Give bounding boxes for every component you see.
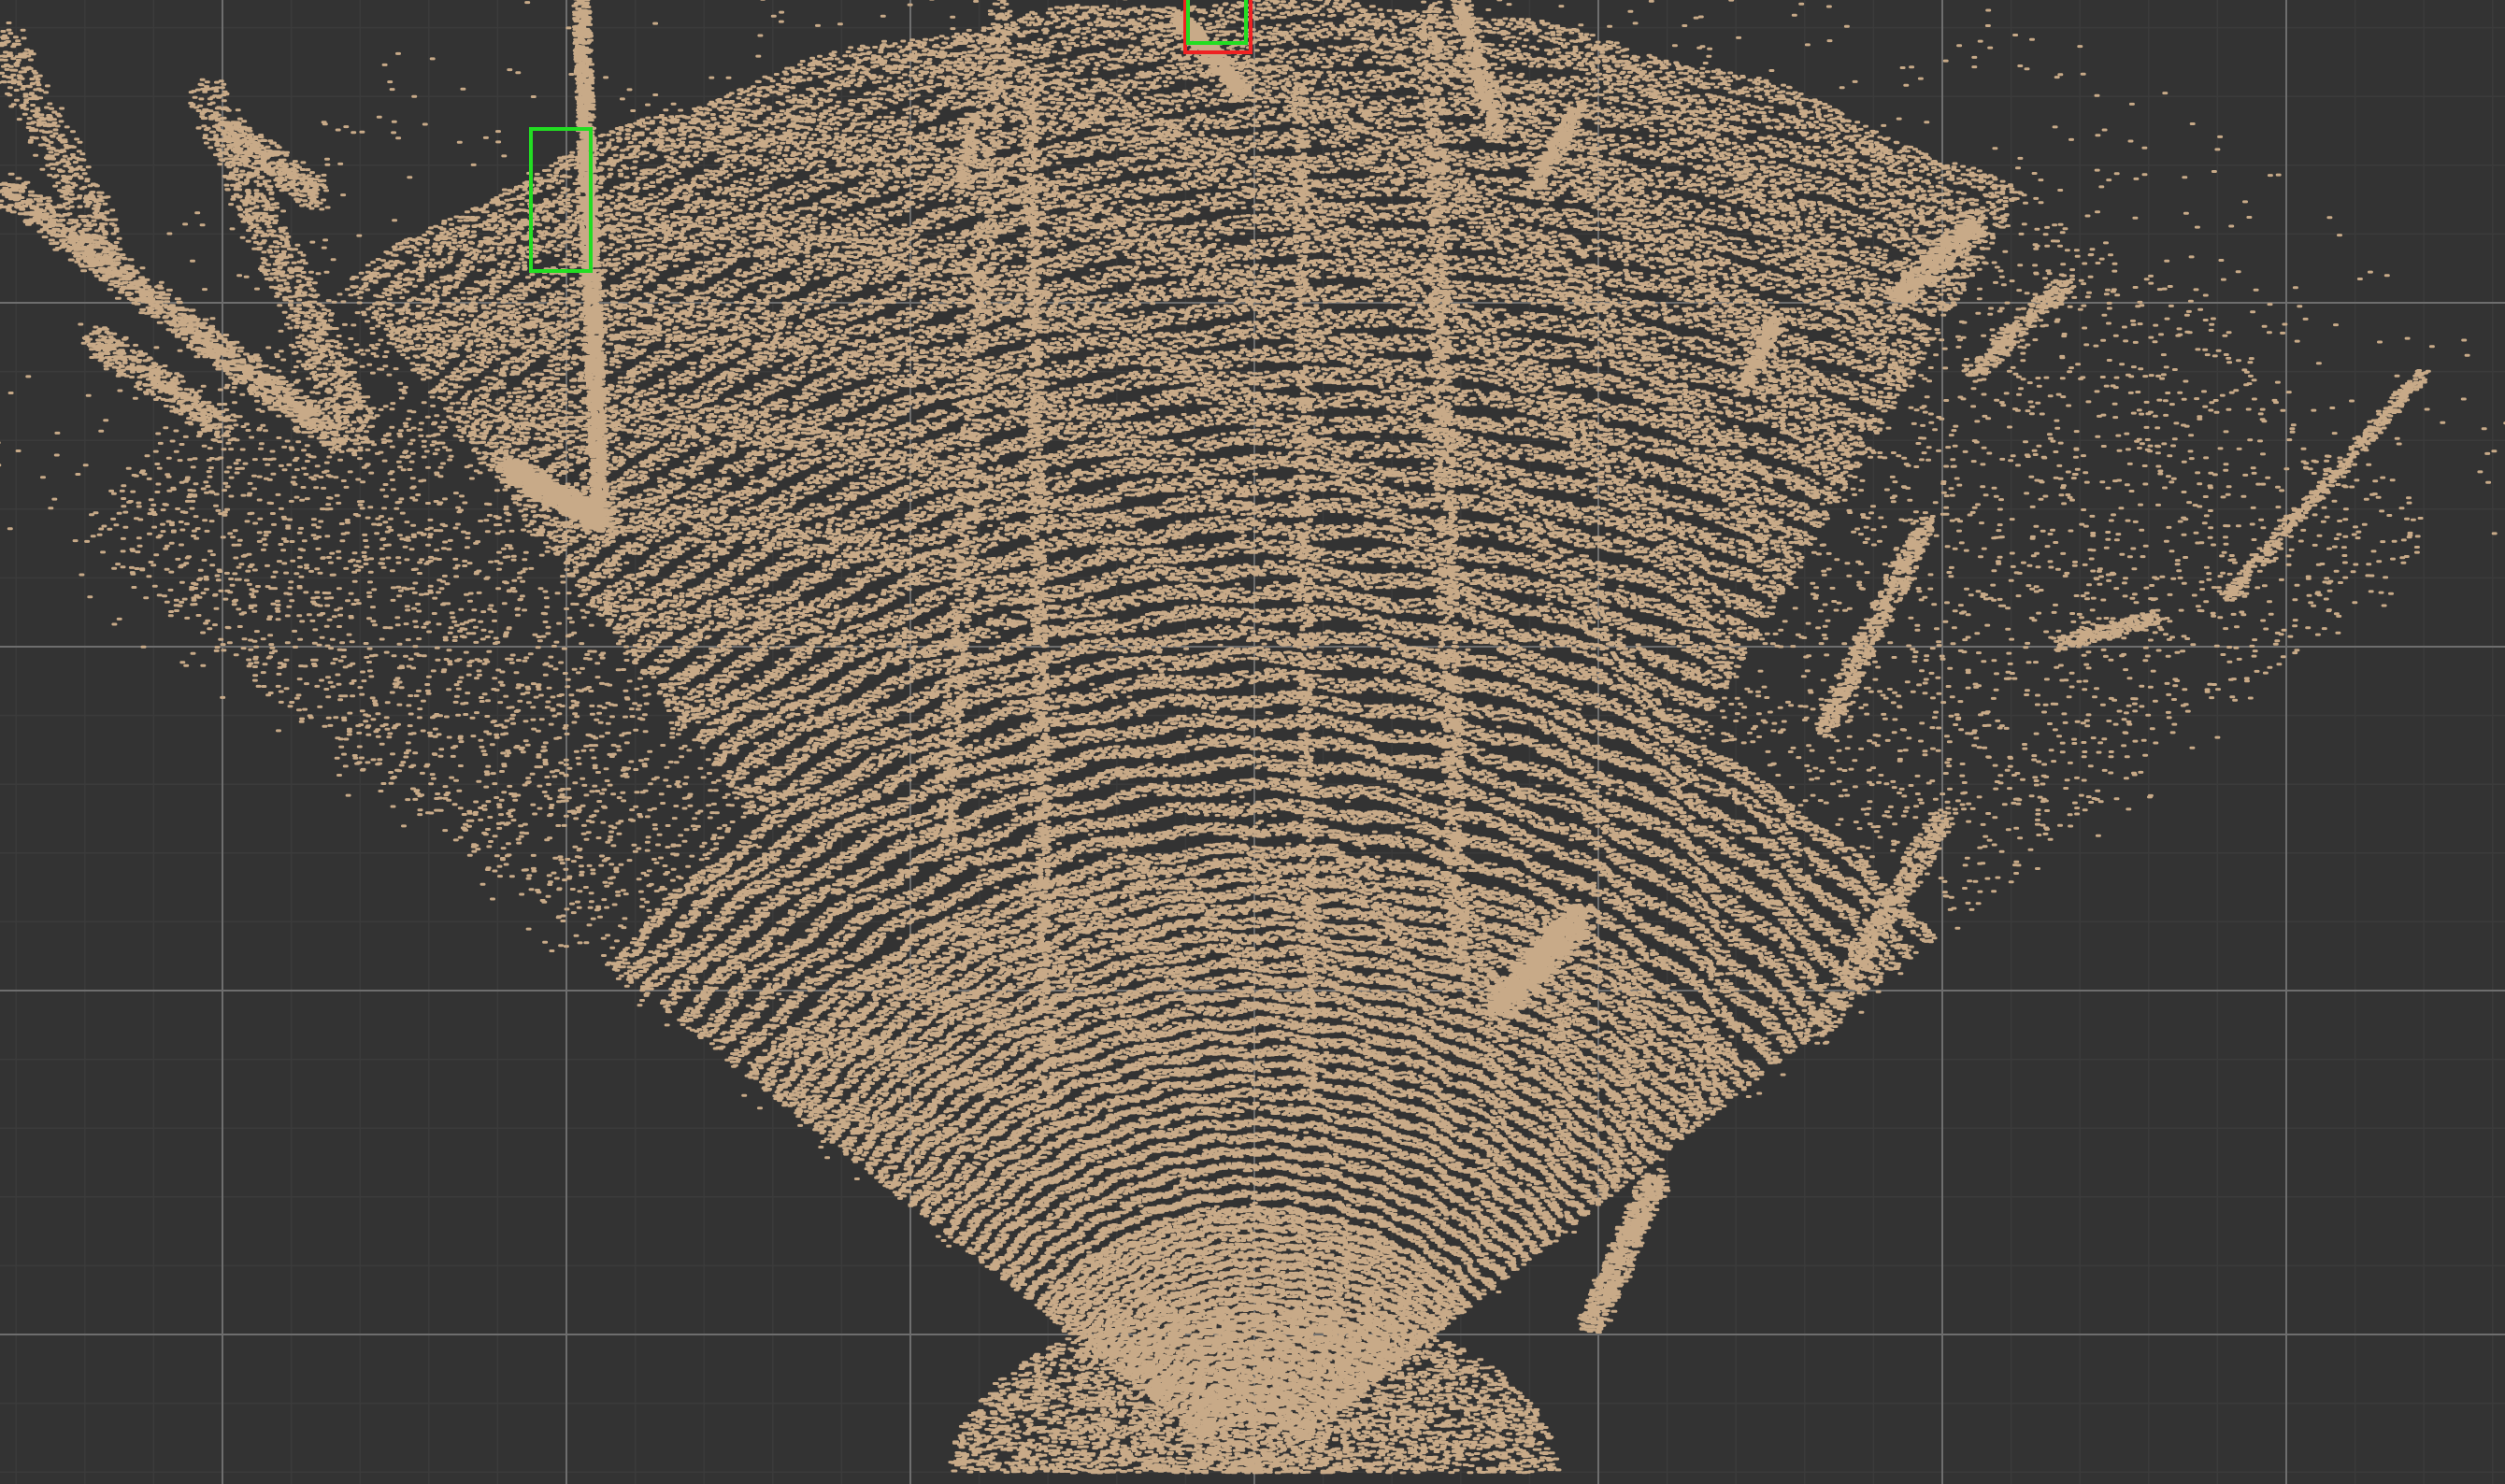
point-cloud-viewport[interactable]: [0, 0, 2505, 1484]
point-cloud: [0, 0, 2505, 1473]
point-cloud-canvas[interactable]: [0, 0, 2505, 1484]
